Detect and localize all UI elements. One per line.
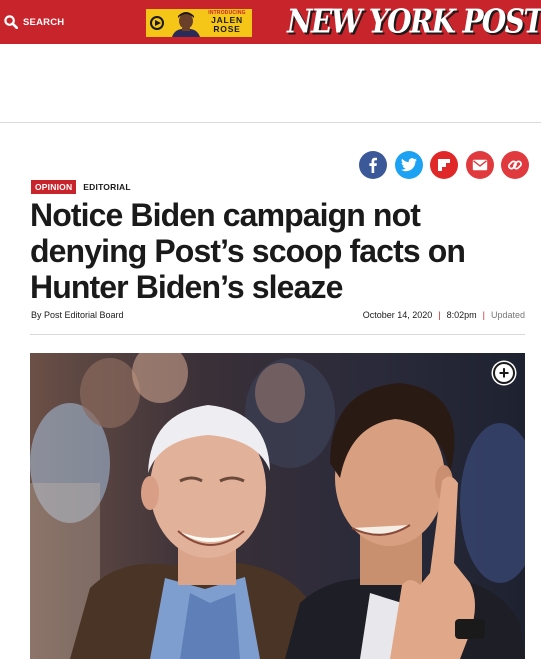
promo-text: INTRODUCING JALEN ROSE [204,11,250,33]
plus-icon: + [498,362,510,383]
twitter-icon [401,158,417,172]
updated-label[interactable]: Updated [491,310,525,320]
promo-name-last: ROSE [213,23,241,34]
email-icon [472,159,488,171]
share-twitter-button[interactable] [395,151,423,179]
search-label: SEARCH [23,16,65,28]
meta-divider [30,334,525,335]
promo-banner[interactable]: INTRODUCING JALEN ROSE [146,9,252,37]
site-logo[interactable]: NEW YORK POST NEW YORK POST [287,1,541,42]
divider: | [438,310,441,320]
article-kicker: OPINION EDITORIAL [31,180,131,194]
share-facebook-button[interactable] [359,151,387,179]
hero-photo[interactable] [30,353,525,659]
divider: | [482,310,485,320]
search-icon [4,15,18,29]
publish-date: October 14, 2020 [362,310,433,320]
flipboard-icon [438,159,450,171]
site-header: SEARCH INTRODUCING JALEN ROSE NEW YORK P… [0,0,541,44]
publish-info: October 14, 2020 | 8:02pm | Updated [363,310,525,320]
facebook-icon [369,157,377,173]
share-link-button[interactable] [501,151,529,179]
share-flipboard-button[interactable] [430,151,458,179]
article-headline: Notice Biden campaign not denying Post’s… [30,197,466,305]
section-link[interactable]: EDITORIAL [83,182,130,192]
opinion-badge[interactable]: OPINION [31,180,77,194]
share-email-button[interactable] [466,151,494,179]
byline[interactable]: By Post Editorial Board [31,310,124,320]
header-divider [0,122,541,123]
play-icon [150,16,164,30]
ad-slot [0,44,541,122]
hero-photo-illustration [30,353,525,659]
search-button[interactable]: SEARCH [4,11,64,33]
link-icon [508,160,522,170]
promo-portrait [167,9,205,37]
publish-time: 8:02pm [446,310,477,320]
logo-text: NEW YORK POST [287,1,541,41]
expand-photo-button[interactable]: + [493,362,515,384]
